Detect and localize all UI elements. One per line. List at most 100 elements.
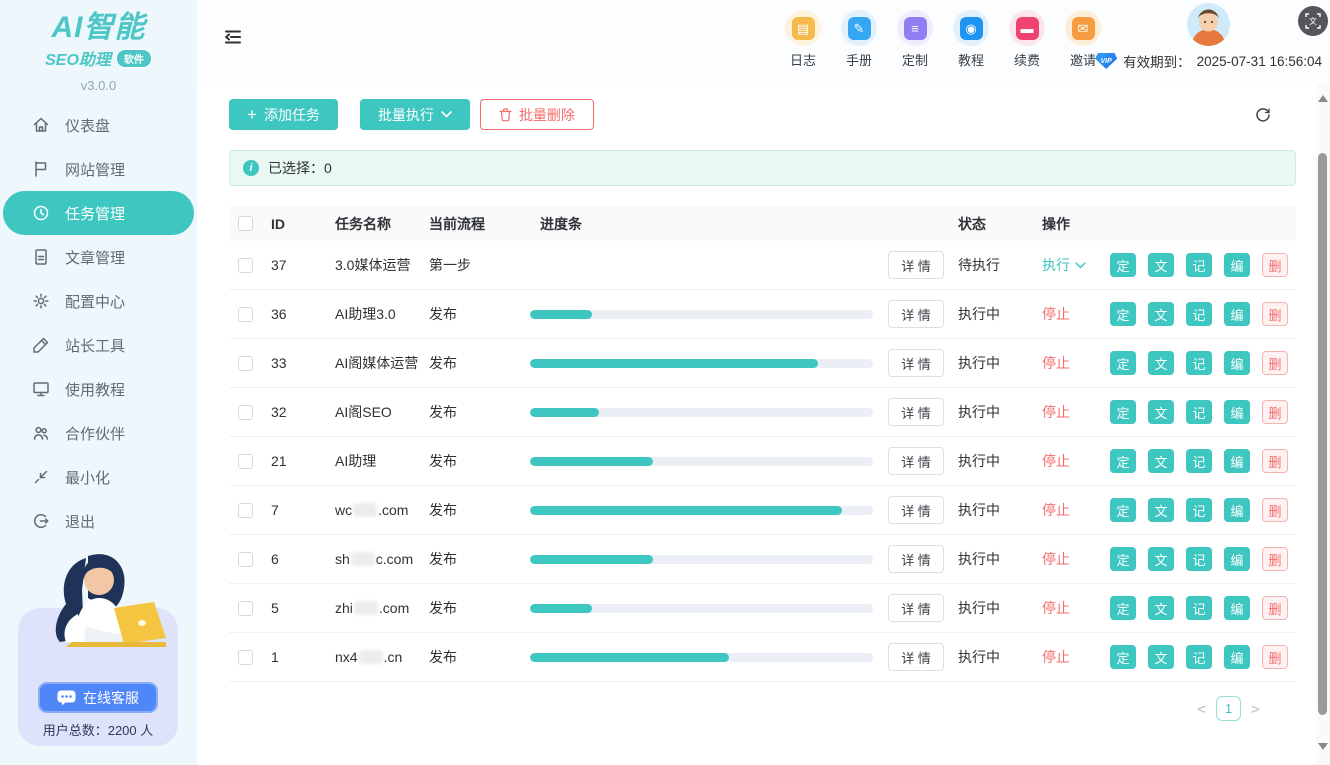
article-button[interactable]: 文 — [1148, 449, 1174, 473]
shortcut-log[interactable]: ▤ 日志 — [775, 10, 831, 69]
scrollbar-thumb[interactable] — [1318, 153, 1327, 715]
refresh-icon[interactable] — [1254, 106, 1272, 124]
shortcut-manual[interactable]: ✎ 手册 — [831, 10, 887, 69]
row-checkbox[interactable] — [238, 601, 253, 616]
article-button[interactable]: 文 — [1148, 498, 1174, 522]
schedule-button[interactable]: 定 — [1110, 302, 1136, 326]
sidebar-item-people[interactable]: 合作伙伴 — [3, 411, 194, 455]
edit-button[interactable]: 编 — [1224, 498, 1250, 522]
edit-button[interactable]: 编 — [1224, 253, 1250, 277]
next-page-icon[interactable]: > — [1251, 700, 1260, 718]
scroll-down-arrow[interactable] — [1318, 743, 1328, 750]
batch-execute-button[interactable]: 批量执行 — [360, 99, 470, 130]
online-service-button[interactable]: 在线客服 — [38, 682, 158, 713]
row-checkbox[interactable] — [238, 307, 253, 322]
edit-button[interactable]: 编 — [1224, 596, 1250, 620]
detail-button[interactable]: 详 情 — [888, 398, 944, 426]
detail-button[interactable]: 详 情 — [888, 447, 944, 475]
scroll-up-arrow[interactable] — [1318, 95, 1328, 102]
avatar[interactable] — [1187, 3, 1230, 46]
row-action-link[interactable]: 停止 — [1042, 500, 1098, 520]
article-button[interactable]: 文 — [1148, 547, 1174, 571]
detail-button[interactable]: 详 情 — [888, 300, 944, 328]
delete-button[interactable]: 删 — [1262, 645, 1288, 669]
row-action-link[interactable]: 停止 — [1042, 549, 1098, 569]
schedule-button[interactable]: 定 — [1110, 645, 1136, 669]
add-task-button[interactable]: + 添加任务 — [229, 99, 338, 130]
record-button[interactable]: 记 — [1186, 596, 1212, 620]
delete-button[interactable]: 删 — [1262, 253, 1288, 277]
menu-collapse-icon[interactable] — [222, 26, 244, 48]
article-button[interactable]: 文 — [1148, 302, 1174, 326]
vertical-scrollbar[interactable] — [1316, 85, 1330, 765]
detail-button[interactable]: 详 情 — [888, 349, 944, 377]
row-checkbox[interactable] — [238, 454, 253, 469]
delete-button[interactable]: 删 — [1262, 400, 1288, 424]
article-button[interactable]: 文 — [1148, 253, 1174, 277]
row-checkbox[interactable] — [238, 650, 253, 665]
delete-button[interactable]: 删 — [1262, 547, 1288, 571]
sidebar-item-gear[interactable]: 配置中心 — [3, 279, 194, 323]
schedule-button[interactable]: 定 — [1110, 547, 1136, 571]
schedule-button[interactable]: 定 — [1110, 351, 1136, 375]
schedule-button[interactable]: 定 — [1110, 498, 1136, 522]
sidebar-item-monitor[interactable]: 使用教程 — [3, 367, 194, 411]
schedule-button[interactable]: 定 — [1110, 253, 1136, 277]
sidebar-item-flag[interactable]: 网站管理 — [3, 147, 194, 191]
row-action-link[interactable]: 停止 — [1042, 647, 1098, 667]
prev-page-icon[interactable]: < — [1197, 700, 1206, 718]
row-checkbox[interactable] — [238, 405, 253, 420]
screen-capture-icon[interactable]: 文 — [1298, 6, 1328, 36]
delete-button[interactable]: 删 — [1262, 596, 1288, 620]
row-checkbox[interactable] — [238, 552, 253, 567]
record-button[interactable]: 记 — [1186, 449, 1212, 473]
article-button[interactable]: 文 — [1148, 645, 1174, 669]
record-button[interactable]: 记 — [1186, 351, 1212, 375]
detail-button[interactable]: 详 情 — [888, 496, 944, 524]
row-action-link[interactable]: 停止 — [1042, 598, 1098, 618]
row-action-link[interactable]: 停止 — [1042, 451, 1098, 471]
delete-button[interactable]: 删 — [1262, 498, 1288, 522]
shortcut-tutorial[interactable]: ◉ 教程 — [943, 10, 999, 69]
schedule-button[interactable]: 定 — [1110, 449, 1136, 473]
record-button[interactable]: 记 — [1186, 547, 1212, 571]
row-checkbox[interactable] — [238, 258, 253, 273]
detail-button[interactable]: 详 情 — [888, 643, 944, 671]
delete-button[interactable]: 删 — [1262, 351, 1288, 375]
record-button[interactable]: 记 — [1186, 400, 1212, 424]
article-button[interactable]: 文 — [1148, 596, 1174, 620]
shortcut-custom[interactable]: ≡ 定制 — [887, 10, 943, 69]
sidebar-item-home[interactable]: 仪表盘 — [3, 103, 194, 147]
article-button[interactable]: 文 — [1148, 351, 1174, 375]
row-action-link[interactable]: 停止 — [1042, 353, 1098, 373]
sidebar-item-logout[interactable]: 退出 — [3, 499, 194, 543]
batch-delete-button[interactable]: 批量删除 — [480, 99, 594, 130]
record-button[interactable]: 记 — [1186, 645, 1212, 669]
schedule-button[interactable]: 定 — [1110, 596, 1136, 620]
select-all-checkbox[interactable] — [238, 216, 253, 231]
row-checkbox[interactable] — [238, 503, 253, 518]
row-action-link[interactable]: 停止 — [1042, 402, 1098, 422]
schedule-button[interactable]: 定 — [1110, 400, 1136, 424]
edit-button[interactable]: 编 — [1224, 400, 1250, 424]
sidebar-item-pen[interactable]: 站长工具 — [3, 323, 194, 367]
sidebar-item-document[interactable]: 文章管理 — [3, 235, 194, 279]
record-button[interactable]: 记 — [1186, 253, 1212, 277]
row-action-link[interactable]: 停止 — [1042, 304, 1098, 324]
sidebar-item-minimize[interactable]: 最小化 — [3, 455, 194, 499]
edit-button[interactable]: 编 — [1224, 645, 1250, 669]
edit-button[interactable]: 编 — [1224, 302, 1250, 326]
shortcut-renew[interactable]: ▬ 续费 — [999, 10, 1055, 69]
record-button[interactable]: 记 — [1186, 498, 1212, 522]
detail-button[interactable]: 详 情 — [888, 545, 944, 573]
edit-button[interactable]: 编 — [1224, 351, 1250, 375]
row-action-link[interactable]: 执行 — [1042, 255, 1098, 275]
record-button[interactable]: 记 — [1186, 302, 1212, 326]
delete-button[interactable]: 删 — [1262, 449, 1288, 473]
article-button[interactable]: 文 — [1148, 400, 1174, 424]
detail-button[interactable]: 详 情 — [888, 251, 944, 279]
sidebar-item-clock[interactable]: 任务管理 — [3, 191, 194, 235]
row-checkbox[interactable] — [238, 356, 253, 371]
detail-button[interactable]: 详 情 — [888, 594, 944, 622]
delete-button[interactable]: 删 — [1262, 302, 1288, 326]
